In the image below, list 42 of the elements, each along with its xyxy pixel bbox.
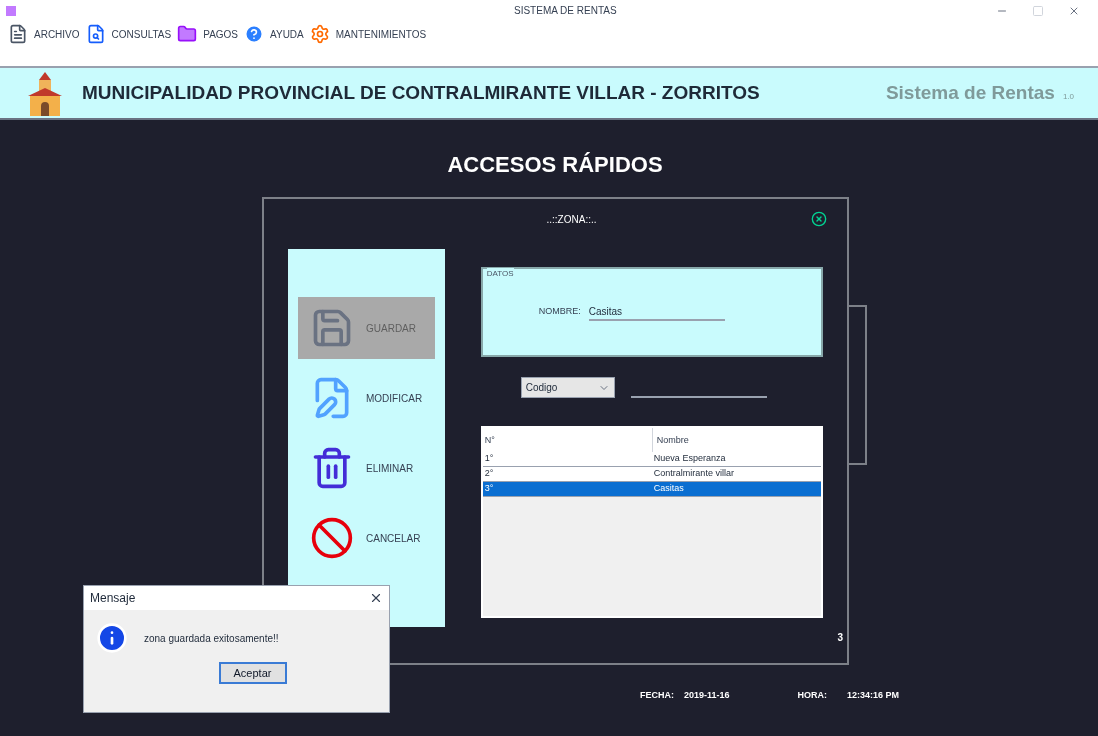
time-label: HORA: bbox=[797, 689, 828, 702]
app-icon bbox=[6, 6, 16, 16]
table-cell-text: 3° bbox=[483, 481, 495, 495]
menu-item[interactable]: PAGOS bbox=[203, 26, 239, 42]
folder-icon bbox=[177, 24, 198, 44]
date-label: FECHA: bbox=[640, 689, 674, 702]
version-label: 1.0 bbox=[1062, 91, 1074, 103]
panel-title: ..::ZONA::.. bbox=[545, 212, 597, 227]
dialog-title: Mensaje bbox=[90, 590, 136, 607]
table-cell-text: Casitas bbox=[652, 481, 685, 495]
menu-item[interactable]: CONSULTAS bbox=[111, 26, 172, 42]
menu-item[interactable]: AYUDA bbox=[270, 26, 304, 42]
accept-button[interactable]: Aceptar bbox=[218, 662, 287, 684]
cancel-icon bbox=[310, 516, 354, 560]
menu-item[interactable]: ARCHIVO bbox=[34, 26, 80, 42]
close-icon[interactable] bbox=[1068, 5, 1080, 17]
app-name: Sistema de Rentas bbox=[885, 80, 1055, 105]
record-count: 3 bbox=[837, 631, 843, 645]
name-field[interactable]: Casitas bbox=[588, 303, 725, 321]
close-icon[interactable] bbox=[369, 591, 383, 605]
table-cell-text: Nueva Esperanza bbox=[652, 451, 727, 465]
time-value: 12:34:16 PM bbox=[847, 689, 900, 702]
table-cell-text: Contralmirante villar bbox=[652, 466, 735, 480]
table-cell-text: 1° bbox=[483, 451, 495, 465]
filter-dropdown[interactable]: Codigo bbox=[520, 377, 615, 398]
action-button[interactable]: MODIFICAR bbox=[298, 367, 435, 429]
close-icon[interactable] bbox=[811, 211, 827, 227]
date-value: 2019-11-16 bbox=[684, 689, 730, 702]
action-button[interactable]: ELIMINAR bbox=[298, 437, 435, 499]
page-heading: ACCESOS RÁPIDOS bbox=[447, 151, 663, 179]
document-icon bbox=[8, 24, 28, 44]
settings-icon bbox=[309, 24, 330, 44]
header-title: MUNICIPALIDAD PROVINCIAL DE CONTRALMIRANTE VILLAR - ZORRITOS bbox=[82, 80, 760, 105]
field-label: NOMBRE: bbox=[538, 305, 581, 319]
window-title: SISTEMA DE RENTAS bbox=[514, 4, 617, 18]
menu-item[interactable]: MANTENIMIENTOS bbox=[335, 26, 427, 42]
table-cell-text: 2° bbox=[483, 466, 495, 480]
dialog-message: zona guardada exitosamente!! bbox=[144, 631, 279, 646]
column-header: Nombre bbox=[651, 428, 821, 452]
column-header: N° bbox=[483, 434, 496, 447]
info-icon bbox=[96, 622, 128, 654]
action-button[interactable]: CANCELAR bbox=[298, 507, 435, 569]
